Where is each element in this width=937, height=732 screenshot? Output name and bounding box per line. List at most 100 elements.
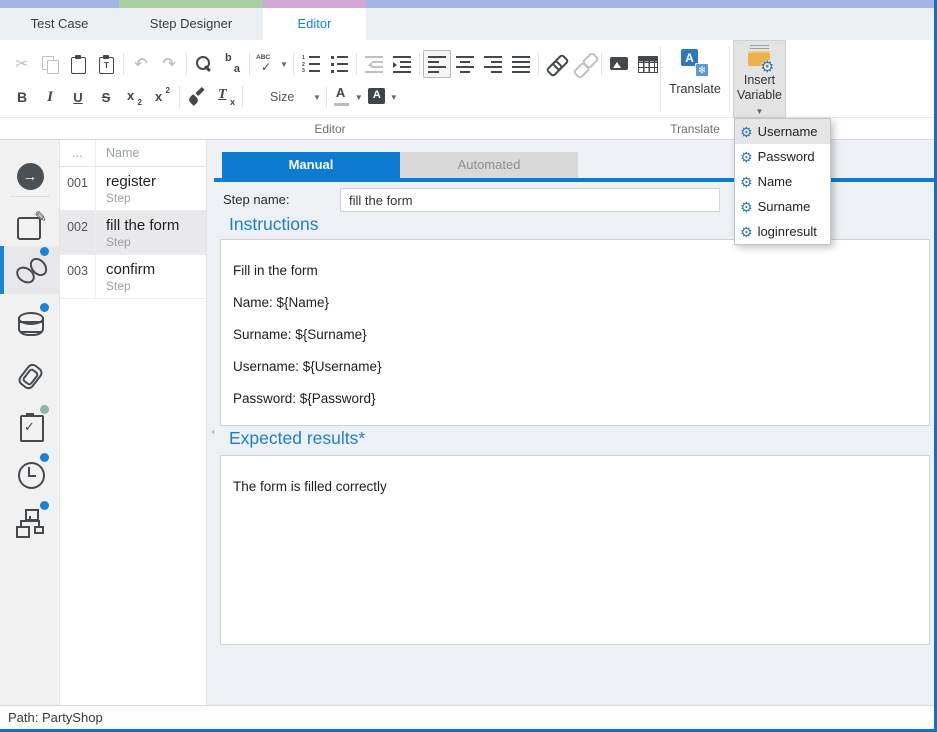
unlink-icon <box>574 54 594 74</box>
bold-button[interactable]: B <box>8 84 36 110</box>
link-button[interactable] <box>542 50 570 78</box>
toolbar-separator <box>186 53 187 75</box>
undo-button: ↶ <box>127 50 155 78</box>
tab-manual[interactable]: Manual <box>222 152 400 178</box>
variable-item-password[interactable]: Password <box>735 144 830 169</box>
steps-list-header: ... Name <box>60 140 206 167</box>
align-center-button[interactable] <box>451 50 479 78</box>
align-left-button[interactable] <box>423 50 451 78</box>
image-icon <box>609 54 629 74</box>
sidebar-item-hierarchy[interactable] <box>0 500 60 544</box>
paste-button[interactable] <box>64 50 92 78</box>
numbered-list-button[interactable] <box>297 50 325 78</box>
step-title: register <box>106 173 156 190</box>
steps-list-panel: ... Name 001 register Step 002fill the form… <box>60 140 207 705</box>
variable-item-name[interactable]: Name <box>735 169 830 194</box>
step-number: 002 <box>60 211 96 254</box>
chevron-down-icon: ▼ <box>390 93 398 102</box>
tab-step-designer[interactable]: Step Designer <box>119 8 263 40</box>
tab-editor[interactable]: Editor <box>263 8 366 40</box>
variable-item-loginresult[interactable]: loginresult <box>735 219 830 244</box>
step-number: 001 <box>60 167 96 210</box>
superscript-icon <box>152 87 172 107</box>
table-button[interactable] <box>633 50 661 78</box>
spellcheck-button[interactable]: ▼ <box>253 50 290 78</box>
checklist-icon <box>15 411 45 441</box>
text-color-button[interactable]: ▼ <box>330 84 365 110</box>
text-color-icon <box>332 87 352 107</box>
tab-color-strip <box>263 0 366 8</box>
panel-divider <box>207 140 214 705</box>
paste-text-button[interactable] <box>92 50 120 78</box>
bg-color-icon <box>367 87 387 107</box>
step-name-cell: confirmStep <box>96 255 155 298</box>
outdent-icon <box>365 56 383 73</box>
sidebar-item-attachments[interactable] <box>0 354 60 398</box>
image-button[interactable] <box>605 50 633 78</box>
strikethrough-icon: S <box>96 87 116 107</box>
step-row-003[interactable]: 003confirmStep <box>60 255 206 299</box>
replace-button[interactable] <box>218 50 246 78</box>
bullet-list-button[interactable] <box>325 50 353 78</box>
tab-automated[interactable]: Automated <box>400 152 578 178</box>
step-row-001[interactable]: 001registerStep <box>60 167 206 211</box>
toolbar-separator <box>419 53 420 75</box>
toolbar-separator <box>179 86 180 108</box>
search-button[interactable] <box>190 50 218 78</box>
table-icon <box>637 54 657 74</box>
insert-variable-label-line2: Variable <box>737 88 782 103</box>
expected-results-heading: Expected results* <box>229 428 365 449</box>
steps-header-dots: ... <box>60 140 96 166</box>
insert-variable-button[interactable]: Insert Variable ▼ <box>733 40 786 118</box>
align-right-button[interactable] <box>479 50 507 78</box>
font-size-button[interactable]: Size▼ <box>246 84 323 110</box>
insert-variable-folder-gear-icon <box>745 45 775 73</box>
outdent-button <box>360 50 388 78</box>
step-type: Step <box>106 279 155 293</box>
link-icon <box>546 54 566 74</box>
navigate-icon <box>17 163 44 190</box>
sidebar-item-data[interactable] <box>0 302 60 346</box>
instructions-editor[interactable]: Fill in the formName: ${Name}Surname: ${… <box>220 239 930 426</box>
subscript-button[interactable] <box>120 84 148 110</box>
format-painter-icon <box>187 87 207 107</box>
chevron-down-icon: ▼ <box>355 93 363 102</box>
sidebar-item-edit[interactable] <box>0 204 60 248</box>
group-separator <box>660 46 661 112</box>
rich-text-line: Password: ${Password} <box>233 382 917 414</box>
gear-icon <box>740 225 753 239</box>
superscript-button[interactable] <box>148 84 176 110</box>
sidebar-item-checklist[interactable] <box>0 404 60 448</box>
chevron-down-icon: ▼ <box>280 60 288 69</box>
variable-item-username[interactable]: Username <box>735 119 830 144</box>
format-painter-button[interactable] <box>183 84 211 110</box>
step-title: confirm <box>106 261 155 278</box>
variable-item-surname[interactable]: Surname <box>735 194 830 219</box>
edit-icon <box>15 211 45 241</box>
expected-results-editor[interactable]: The form is filled correctly <box>220 455 930 645</box>
bg-color-button[interactable]: ▼ <box>365 84 400 110</box>
toolbar-separator <box>293 53 294 75</box>
chevron-down-icon: ▼ <box>756 107 764 116</box>
translate-group-label: Translate <box>661 122 729 136</box>
underline-button[interactable]: U <box>64 84 92 110</box>
translate-button[interactable]: Translate <box>663 42 727 118</box>
step-row-002[interactable]: 002fill the formStep <box>60 211 206 255</box>
history-icon <box>15 459 45 489</box>
toolbar-separator <box>326 86 327 108</box>
sidebar-item-navigate[interactable] <box>0 154 60 198</box>
strikethrough-button[interactable]: S <box>92 84 120 110</box>
align-justify-button[interactable] <box>507 50 535 78</box>
variable-item-label: loginresult <box>758 224 817 239</box>
indent-button[interactable] <box>388 50 416 78</box>
notification-badge <box>40 453 49 462</box>
numbered-list-icon <box>302 55 320 73</box>
italic-button[interactable]: I <box>36 84 64 110</box>
tab-test-case[interactable]: Test Case <box>0 8 119 40</box>
step-name-input[interactable] <box>340 188 720 212</box>
remove-format-button[interactable] <box>211 84 239 110</box>
sidebar-item-steps[interactable] <box>0 246 60 294</box>
toolbar-separator <box>123 53 124 75</box>
sidebar-item-history[interactable] <box>0 452 60 496</box>
gear-icon <box>740 175 753 189</box>
